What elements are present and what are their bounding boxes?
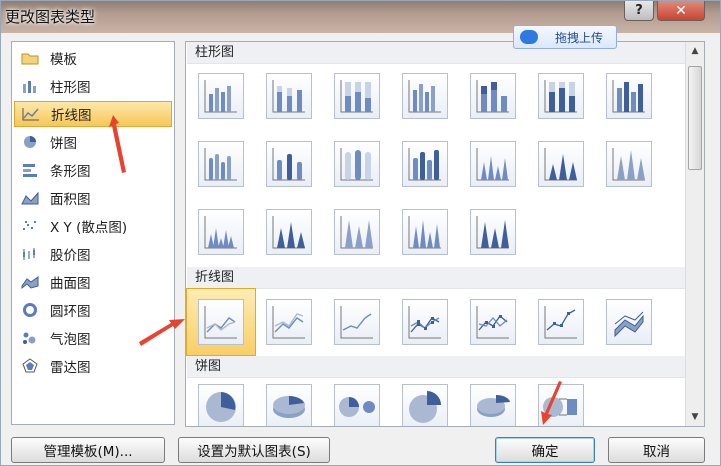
gallery-thumb-column-18[interactable]: [402, 209, 448, 255]
gallery-thumb-column-3[interactable]: [334, 73, 380, 119]
gallery-thumb-column-12[interactable]: [470, 141, 516, 187]
category-pie[interactable]: 饼图: [14, 129, 172, 155]
folder-icon: [20, 50, 40, 66]
gallery-thumb-column-10[interactable]: [334, 141, 380, 187]
cancel-button[interactable]: 取消: [608, 437, 705, 463]
chart-category-list: 模板 柱形图 折线图 饼图 条形图 面积图 X Y (散点图) 股价图 曲面图 …: [11, 41, 175, 425]
gallery-thumb-column-16[interactable]: [266, 209, 312, 255]
gallery-thumb-pie-1[interactable]: [198, 384, 244, 426]
pie-chart-icon: [20, 134, 40, 150]
gallery-thumb-column-19[interactable]: [470, 209, 516, 255]
gallery-scrollbar[interactable]: ▲ ▼: [685, 42, 704, 426]
category-column[interactable]: 柱形图: [14, 73, 172, 99]
change-chart-type-dialog: 更改图表类型 ? ✕ 拖拽上传 模板 柱形图 折线图 饼图 条形图 面积图 X …: [0, 0, 721, 466]
dialog-title: 更改图表类型: [5, 8, 96, 26]
gallery-thumb-line-3[interactable]: [334, 299, 380, 345]
bubble-chart-icon: [20, 330, 40, 346]
gallery-thumb-column-7[interactable]: [606, 73, 652, 119]
section-header-line: 折线图: [187, 267, 685, 289]
category-line[interactable]: 折线图: [14, 101, 172, 127]
category-radar[interactable]: 雷达图: [14, 353, 172, 379]
category-area[interactable]: 面积图: [14, 185, 172, 211]
gallery-thumb-column-4[interactable]: [402, 73, 448, 119]
gallery-thumb-column-17[interactable]: [334, 209, 380, 255]
area-chart-icon: [20, 190, 40, 206]
upload-badge[interactable]: 拖拽上传: [513, 25, 617, 49]
chart-type-gallery: 柱形图 折线图 饼图 ▲ ▼: [185, 41, 705, 427]
gallery-thumb-line-1-selected[interactable]: [198, 299, 244, 345]
category-surface[interactable]: 曲面图: [14, 269, 172, 295]
set-default-chart-button[interactable]: 设置为默认图表(S): [178, 437, 330, 463]
bar-chart-icon: [20, 162, 40, 178]
gallery-thumb-column-5[interactable]: [470, 73, 516, 119]
gallery-thumb-column-8[interactable]: [198, 141, 244, 187]
manage-templates-button[interactable]: 管理模板(M)...: [11, 437, 165, 463]
line-chart-icon: [21, 106, 41, 122]
gallery-thumb-column-15[interactable]: [198, 209, 244, 255]
annotation-arrow-icon: [541, 381, 562, 425]
annotation-arrow-icon: [109, 115, 126, 173]
column-chart-icon: [20, 78, 40, 94]
cloud-upload-icon: [520, 30, 538, 44]
gallery-thumb-line-6[interactable]: [538, 299, 584, 345]
close-button[interactable]: ✕: [657, 1, 705, 21]
category-scatter[interactable]: X Y (散点图): [14, 213, 172, 239]
gallery-thumb-pie-5[interactable]: [470, 384, 516, 426]
surface-chart-icon: [20, 274, 40, 290]
gallery-thumb-line-2[interactable]: [266, 299, 312, 345]
ok-button[interactable]: 确定: [495, 437, 595, 463]
scrollbar-thumb[interactable]: [688, 66, 702, 170]
gallery-thumb-column-1[interactable]: [198, 73, 244, 119]
gallery-thumb-column-2[interactable]: [266, 73, 312, 119]
gallery-thumb-column-9[interactable]: [266, 141, 312, 187]
scroll-down-arrow-icon[interactable]: ▼: [686, 408, 704, 425]
gallery-thumb-column-11[interactable]: [402, 141, 448, 187]
gallery-thumb-line-4[interactable]: [402, 299, 448, 345]
stock-chart-icon: [20, 246, 40, 262]
section-header-pie: 饼图: [187, 356, 685, 378]
gallery-thumb-column-13[interactable]: [538, 141, 584, 187]
help-button[interactable]: ?: [624, 1, 654, 21]
gallery-thumb-pie-3[interactable]: [334, 384, 380, 426]
gallery-thumb-line-5[interactable]: [470, 299, 516, 345]
gallery-thumb-pie-4[interactable]: [402, 384, 448, 426]
scatter-chart-icon: [20, 218, 40, 234]
radar-chart-icon: [20, 358, 40, 374]
scroll-up-arrow-icon[interactable]: ▲: [686, 42, 704, 59]
category-templates[interactable]: 模板: [14, 45, 172, 71]
gallery-thumb-line-7[interactable]: [606, 299, 652, 345]
gallery-thumb-pie-2[interactable]: [266, 384, 312, 426]
gallery-thumb-column-14[interactable]: [606, 141, 652, 187]
annotation-arrow-icon: [139, 319, 185, 346]
gallery-thumb-column-6[interactable]: [538, 73, 584, 119]
upload-label: 拖拽上传: [554, 30, 603, 45]
doughnut-chart-icon: [20, 302, 40, 318]
category-stock[interactable]: 股价图: [14, 241, 172, 267]
category-bar[interactable]: 条形图: [14, 157, 172, 183]
